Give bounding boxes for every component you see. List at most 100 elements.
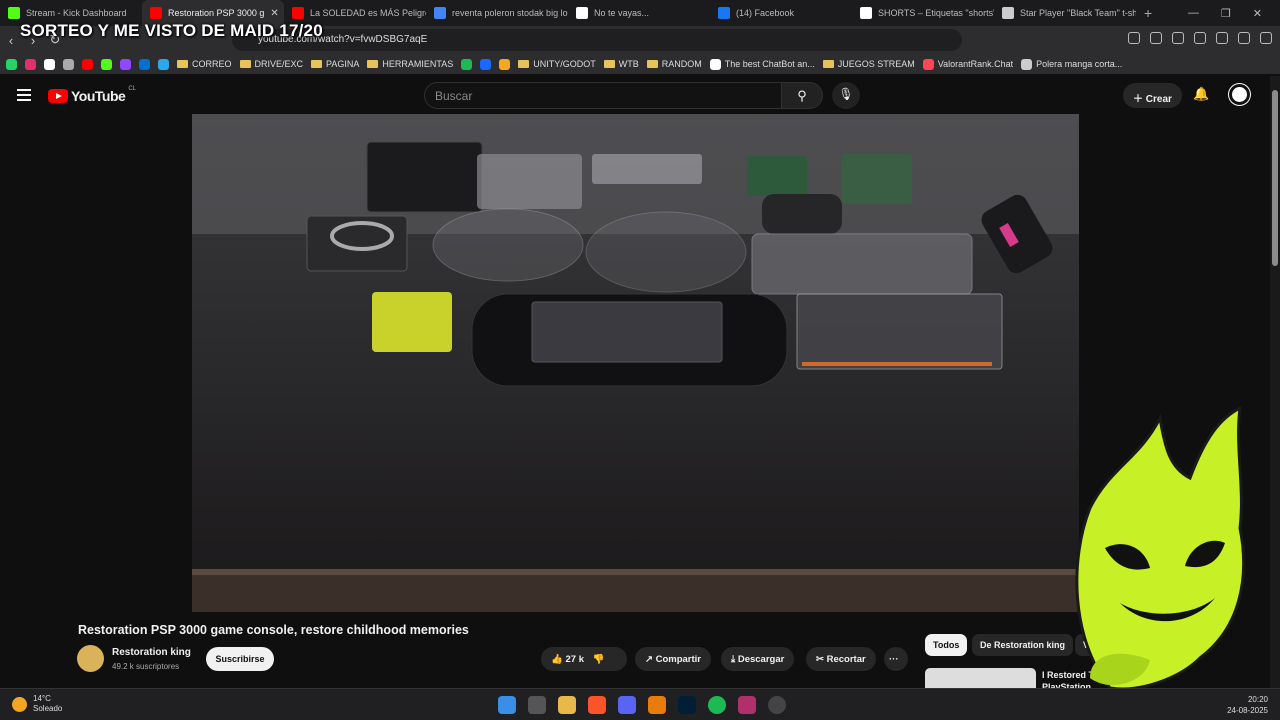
sidebar-icon[interactable]: [1216, 32, 1228, 44]
bookmark-link[interactable]: ValorantRank.Chat: [922, 58, 1013, 70]
fiverr-icon[interactable]: [461, 58, 473, 70]
browser-tab[interactable]: (14) Facebook: [710, 0, 852, 26]
download-icon[interactable]: [1194, 32, 1206, 44]
apple-icon[interactable]: [63, 58, 74, 70]
x-icon[interactable]: [44, 58, 55, 70]
settings-icon[interactable]: [768, 696, 786, 714]
psp-screen-part: [796, 293, 1003, 370]
kick-icon[interactable]: [101, 58, 112, 70]
bookmark-folder[interactable]: HERRAMIENTAS: [367, 59, 453, 69]
more-actions-button[interactable]: ···: [884, 647, 908, 671]
youtube-play-icon: [48, 89, 68, 103]
tab-close-icon[interactable]: ✕: [270, 8, 278, 19]
weather-widget[interactable]: 14°C Soleado: [12, 694, 62, 714]
umd-drive-part: [762, 194, 842, 234]
share-button[interactable]: ↗ Compartir: [635, 647, 712, 671]
browser-tab[interactable]: SHORTS – Etiquetas "shorts" –: [852, 0, 994, 26]
brave-browser-icon[interactable]: [588, 696, 606, 714]
subscribe-button[interactable]: Suscribirse: [206, 647, 274, 671]
tab-label: reventa poleron stodak big log: [452, 8, 568, 18]
account-avatar[interactable]: [1229, 84, 1250, 105]
metal-shield-part: [477, 154, 582, 209]
browser-tab[interactable]: reventa poleron stodak big log: [426, 0, 568, 26]
video-player[interactable]: [192, 114, 1079, 612]
search-button[interactable]: ⚲: [781, 82, 823, 109]
discord-icon[interactable]: [618, 696, 636, 714]
bookmark-folder[interactable]: UNITY/GODOT: [518, 59, 596, 69]
download-button[interactable]: ⤓ Descargar: [721, 647, 795, 671]
search-icon[interactable]: [528, 696, 546, 714]
url-bar[interactable]: youtube.com/watch?v=fvwDSBG7aqE: [232, 29, 962, 51]
instagram-icon[interactable]: [25, 58, 36, 70]
star-icon: [1002, 7, 1014, 19]
system-clock[interactable]: 20:20 24-08-2025: [1227, 694, 1268, 716]
scrollbar-thumb[interactable]: [1272, 90, 1278, 266]
motherboard-part: [842, 154, 912, 204]
thumbs-down-icon[interactable]: 👎: [593, 654, 605, 665]
channel-name[interactable]: Restoration king: [112, 647, 191, 658]
hamburger-menu-icon[interactable]: [17, 89, 31, 101]
bookmark-folder[interactable]: JUEGOS STREAM: [823, 59, 915, 69]
channel-avatar[interactable]: [77, 645, 104, 672]
bookmark-folder[interactable]: CORREO: [177, 59, 232, 69]
bookmark-folder[interactable]: DRIVE/EXC: [240, 59, 304, 69]
whatsapp-icon[interactable]: [6, 58, 17, 70]
notifications-bell-icon[interactable]: 🔔: [1193, 86, 1209, 102]
browser-tab[interactable]: Star Player "Black Team" t-shirt: [994, 0, 1136, 26]
telegram-icon[interactable]: [158, 58, 169, 70]
microphone-icon: 🎙: [838, 87, 854, 101]
new-tab-button[interactable]: +: [1136, 5, 1160, 21]
restore-icon[interactable]: ❐: [1221, 7, 1231, 20]
thumbs-up-icon: 👍: [551, 654, 563, 665]
bookmark-folder[interactable]: PAGINA: [311, 59, 359, 69]
browser-tab[interactable]: No te vayas...: [568, 0, 710, 26]
menu-icon[interactable]: [1260, 32, 1272, 44]
file-explorer-icon[interactable]: [558, 696, 576, 714]
wallet-icon[interactable]: [1238, 32, 1250, 44]
back-icon[interactable]: ‹: [0, 33, 22, 48]
recommended-thumbnail[interactable]: [925, 668, 1036, 688]
tab-label: No te vayas...: [594, 8, 650, 18]
tab-label: SHORTS – Etiquetas "shorts" –: [878, 8, 994, 18]
create-label: Crear: [1145, 94, 1172, 105]
grid-icon[interactable]: [499, 58, 511, 70]
bookmark-link[interactable]: The best ChatBot an...: [709, 58, 815, 70]
metal-frame-part: [751, 233, 973, 295]
voice-search-button[interactable]: 🎙: [832, 82, 860, 109]
minimize-icon[interactable]: —: [1188, 7, 1199, 20]
bookmark-folder[interactable]: RANDOM: [647, 59, 702, 69]
windows-start-icon[interactable]: [498, 696, 516, 714]
tab-label: Restoration PSP 3000 g: [168, 8, 265, 18]
clock-time: 20:20: [1247, 695, 1268, 704]
metal-bracket-part: [592, 154, 702, 184]
clip-button[interactable]: ✂ Recortar: [806, 647, 876, 671]
spotify-icon[interactable]: [708, 696, 726, 714]
facebook-icon: [718, 7, 730, 19]
search-input[interactable]: Buscar: [424, 82, 782, 109]
share-icon: ↗: [645, 654, 653, 665]
chip-todos[interactable]: Todos: [925, 634, 968, 656]
create-button[interactable]: ＋ Crear: [1123, 83, 1182, 108]
extension-icon[interactable]: [1128, 32, 1140, 44]
search-icon: ⚲: [797, 88, 807, 103]
twitch-icon[interactable]: [120, 58, 131, 70]
psp-frame-part: [366, 141, 483, 213]
stream-overlay-text: SORTEO Y ME VISTO DE MAID 17/20: [20, 21, 323, 40]
download-label: Descargar: [737, 654, 785, 665]
blender-icon[interactable]: [648, 696, 666, 714]
bookmark-folder[interactable]: WTB: [604, 59, 639, 69]
photoshop-icon[interactable]: [678, 696, 696, 714]
window-controls: — ❐ ✕: [1188, 7, 1280, 20]
app-icon[interactable]: [738, 696, 756, 714]
like-button[interactable]: 👍 27 k 👎: [541, 647, 627, 671]
bookmark-link[interactable]: Polera manga corta...: [1021, 58, 1122, 70]
page-scrollbar[interactable]: [1270, 76, 1280, 688]
youtube-logo[interactable]: YouTube CL: [48, 86, 136, 104]
close-window-icon[interactable]: ✕: [1253, 7, 1262, 20]
extension-icon[interactable]: [1172, 32, 1184, 44]
share-label: Compartir: [655, 654, 702, 665]
paypal-icon[interactable]: [139, 58, 150, 70]
youtube-icon[interactable]: [82, 58, 93, 70]
behance-icon[interactable]: [480, 58, 492, 70]
extension-icon[interactable]: [1150, 32, 1162, 44]
